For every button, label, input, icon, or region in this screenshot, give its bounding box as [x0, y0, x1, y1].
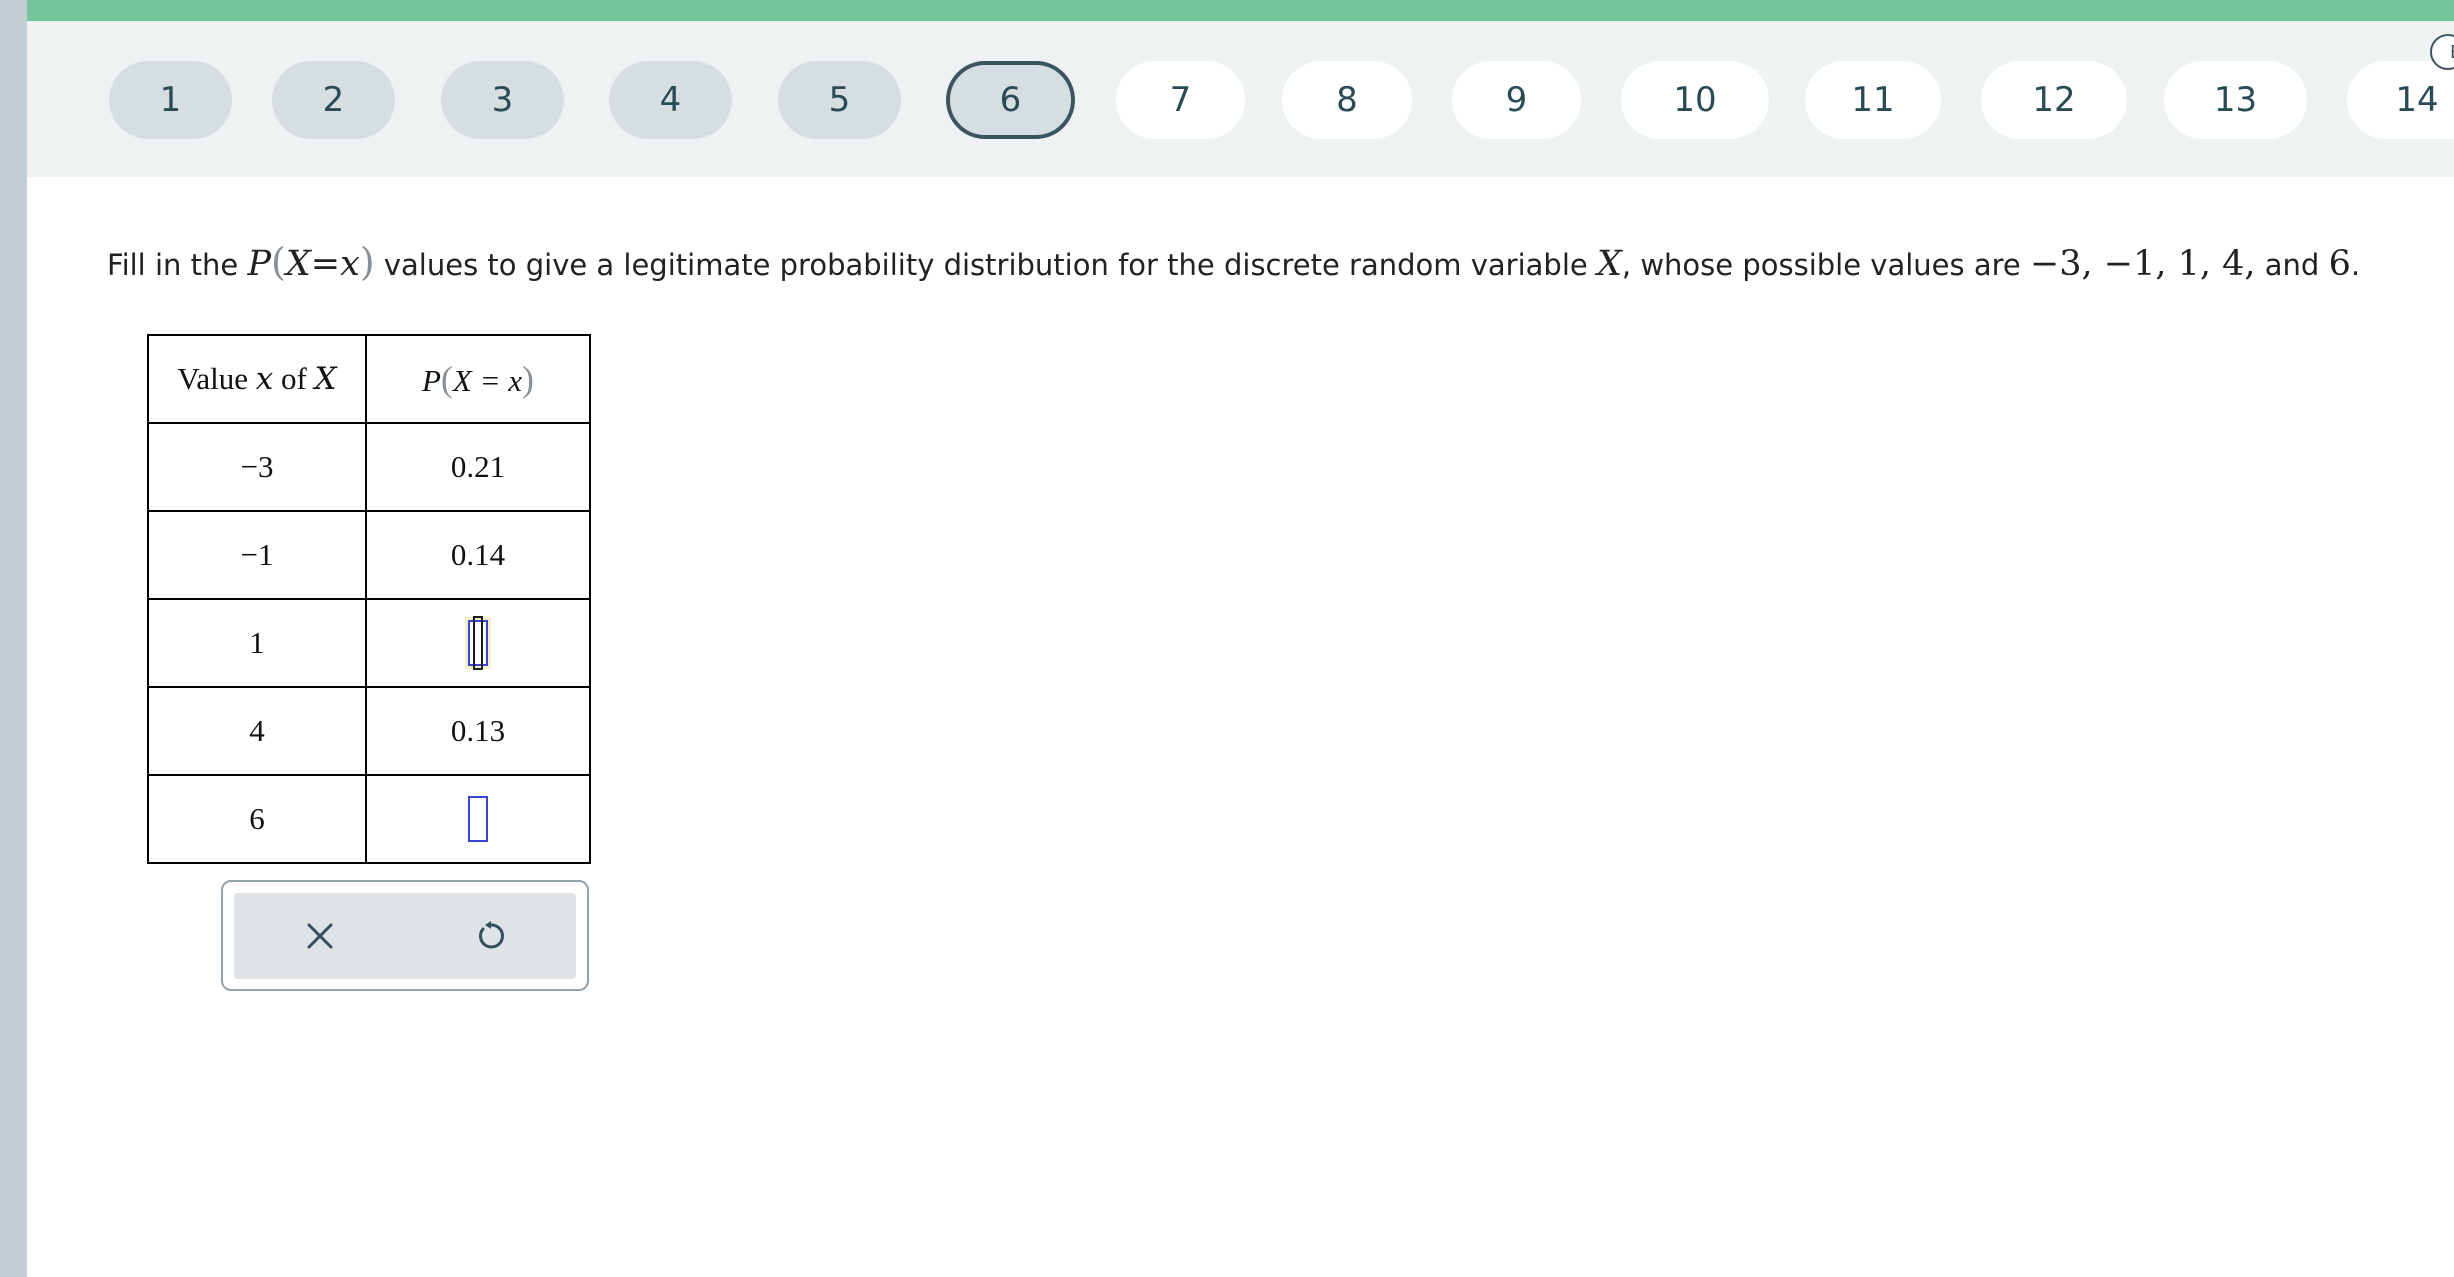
nav-label: 5: [828, 80, 851, 120]
prompt-text: and: [2255, 248, 2329, 282]
header-math-x-eq-x: X = x: [452, 363, 523, 398]
nav-question-14[interactable]: 14: [2347, 61, 2454, 139]
cell-value: −3: [147, 422, 367, 512]
nav-question-6-current[interactable]: 6: [946, 61, 1075, 139]
prompt-math-x-eq-x: X=x: [285, 244, 360, 284]
header-paren-close: ): [522, 359, 535, 399]
question-prompt: Fill in the P(X=x) values to give a legi…: [107, 238, 2360, 289]
text-cursor: [473, 616, 483, 670]
table-row: 1: [147, 598, 591, 688]
nav-label: 8: [1336, 80, 1358, 120]
prompt-math-last-value: 6: [2328, 244, 2351, 284]
prompt-text: values to give a legitimate probability …: [374, 248, 1597, 282]
distribution-table: Value x of X P(X = x) −3 0.21 −1 0.14 1 …: [147, 334, 591, 864]
answer-toolbar-inner: [234, 893, 576, 979]
probability-input-x-6[interactable]: [468, 796, 488, 842]
cell-probability-input: [365, 774, 591, 864]
table-row: 6: [147, 774, 591, 864]
nav-label: 10: [1673, 80, 1717, 120]
prompt-text: .: [2350, 248, 2361, 282]
table-row: −3 0.21: [147, 422, 591, 512]
header-math-p: P: [421, 363, 441, 398]
nav-label: 4: [659, 80, 682, 120]
nav-question-13[interactable]: 13: [2164, 61, 2307, 139]
header-text: Value: [177, 361, 256, 396]
cell-value: 4: [147, 686, 367, 776]
prompt-paren-open: (: [271, 240, 286, 284]
nav-question-11[interactable]: 11: [1805, 61, 1941, 139]
header-paren-open: (: [440, 359, 453, 399]
nav-question-4[interactable]: 4: [609, 61, 732, 139]
prompt-text: , whose possible values are: [1621, 248, 2030, 282]
nav-question-2[interactable]: 2: [272, 61, 395, 139]
cell-value: 1: [147, 598, 367, 688]
header-probability: P(X = x): [365, 334, 591, 424]
prompt-text: Fill in the: [107, 248, 248, 282]
nav-label: 9: [1505, 80, 1528, 120]
cell-probability: 0.14: [365, 510, 591, 600]
header-math-X: X: [314, 361, 337, 397]
clear-button[interactable]: [234, 893, 405, 979]
nav-label: 6: [999, 80, 1022, 120]
prompt-paren-close: ): [359, 240, 375, 284]
header-value-x: Value x of X: [147, 334, 367, 424]
badge-label: E: [2450, 42, 2454, 63]
answer-toolbar: [221, 880, 589, 991]
nav-question-1[interactable]: 1: [109, 61, 232, 139]
nav-question-9[interactable]: 9: [1452, 61, 1581, 139]
probability-input-x-1[interactable]: [468, 616, 488, 670]
nav-label: 14: [2395, 80, 2439, 120]
cell-probability: 0.21: [365, 422, 591, 512]
reset-button[interactable]: [405, 893, 576, 979]
prompt-math-p: P: [247, 244, 271, 284]
cell-value: 6: [147, 774, 367, 864]
nav-label: 2: [322, 80, 345, 120]
top-accent-bar: [27, 0, 2454, 21]
table-row: 4 0.13: [147, 686, 591, 776]
left-rail: [0, 0, 27, 1277]
cell-probability: 0.13: [365, 686, 591, 776]
undo-icon: [478, 921, 504, 949]
header-text: of: [273, 361, 315, 396]
table-header-row: Value x of X P(X = x): [147, 334, 591, 424]
nav-label: 1: [159, 80, 182, 120]
header-math-x: x: [255, 361, 274, 397]
close-icon: [307, 923, 332, 949]
nav-label: 3: [491, 80, 514, 120]
table-row: −1 0.14: [147, 510, 591, 600]
nav-label: 12: [2032, 80, 2076, 120]
question-navigation: 1 2 3 4 5 6 7 8 9 10 11 12 13 14 E: [27, 21, 2454, 177]
nav-label: 13: [2213, 80, 2258, 120]
nav-question-7[interactable]: 7: [1116, 61, 1245, 139]
nav-question-5[interactable]: 5: [778, 61, 901, 139]
cell-probability-input: [365, 598, 591, 688]
nav-label: 11: [1851, 80, 1895, 120]
cell-value: −1: [147, 510, 367, 600]
nav-label: 7: [1169, 80, 1192, 120]
prompt-math-values: −3, −1, 1, 4,: [2029, 244, 2256, 284]
prompt-math-var: X: [1596, 244, 1622, 284]
nav-question-3[interactable]: 3: [441, 61, 564, 139]
nav-question-12[interactable]: 12: [1981, 61, 2127, 139]
nav-question-8[interactable]: 8: [1282, 61, 1412, 139]
nav-question-10[interactable]: 10: [1621, 61, 1769, 139]
